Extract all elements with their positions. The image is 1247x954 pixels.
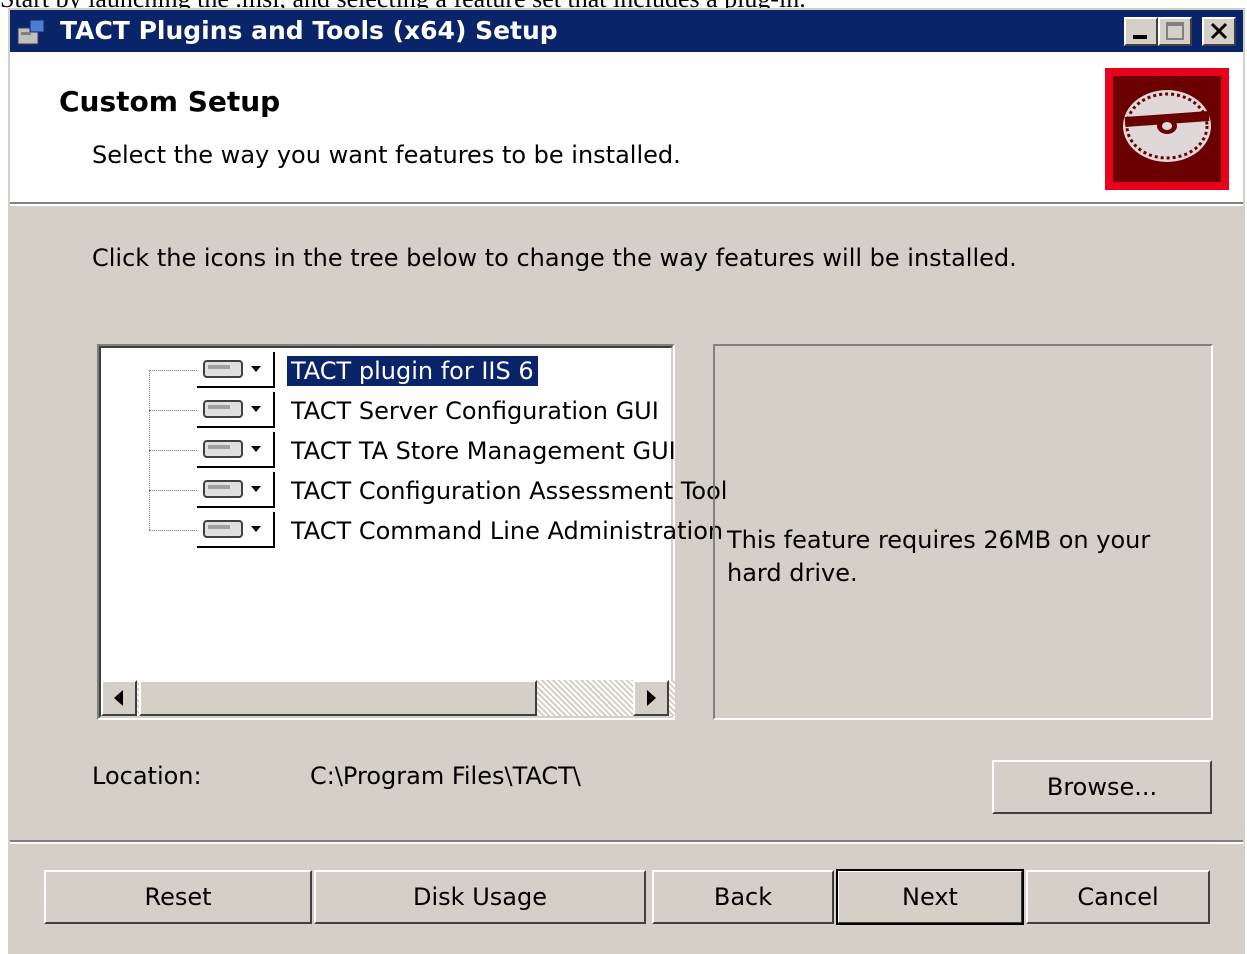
setup-dialog: TACT Plugins and Tools (x64) Setup Custo… <box>8 8 1245 954</box>
browse-button[interactable]: Browse... <box>992 760 1212 814</box>
hard-drive-icon <box>203 480 261 498</box>
divider <box>10 840 1243 844</box>
next-button[interactable]: Next <box>836 869 1024 925</box>
scroll-left-button[interactable] <box>101 680 137 716</box>
feature-state-button[interactable] <box>197 432 275 468</box>
tree-item-label[interactable]: TACT TA Store Management GUI <box>287 436 680 466</box>
feature-state-button[interactable] <box>197 352 275 388</box>
feature-state-button[interactable] <box>197 512 275 548</box>
scrollbar-thumb[interactable] <box>139 680 537 716</box>
minimize-button[interactable] <box>1124 17 1158 46</box>
header-panel: Custom Setup Select the way you want fea… <box>10 52 1243 206</box>
tree-item-label[interactable]: TACT Configuration Assessment Tool <box>287 476 731 506</box>
hard-drive-icon <box>203 520 261 538</box>
instructions-text: Click the icons in the tree below to cha… <box>92 244 1017 272</box>
cancel-button[interactable]: Cancel <box>1026 870 1210 924</box>
back-button[interactable]: Back <box>652 870 834 924</box>
tree-item-command-line-admin[interactable]: TACT Command Line Administration <box>101 510 723 550</box>
tree-item-iis-plugin[interactable]: TACT plugin for IIS 6 <box>101 350 675 390</box>
minimize-icon <box>1133 35 1147 39</box>
maximize-button[interactable] <box>1158 17 1192 46</box>
hard-drive-icon <box>203 400 261 418</box>
feature-state-button[interactable] <box>197 472 275 508</box>
horizontal-scrollbar[interactable] <box>101 680 675 716</box>
reset-button[interactable]: Reset <box>44 870 312 924</box>
installer-icon <box>17 19 45 45</box>
close-button[interactable] <box>1202 17 1236 46</box>
feature-tree[interactable]: TACT plugin for IIS 6 TACT Server Config… <box>97 344 727 720</box>
feature-description-panel: This feature requires 26MB on your hard … <box>713 344 1213 720</box>
arrow-right-icon <box>647 690 656 706</box>
close-icon <box>1210 22 1228 40</box>
feature-state-button[interactable] <box>197 392 275 428</box>
hard-drive-icon <box>203 440 261 458</box>
banner-image <box>1105 68 1229 190</box>
page-title: Custom Setup <box>59 85 281 118</box>
tree-item-label[interactable]: TACT Command Line Administration <box>287 516 727 546</box>
maximize-icon <box>1166 22 1184 40</box>
window-title: TACT Plugins and Tools (x64) Setup <box>60 16 558 45</box>
hard-drive-icon <box>203 360 261 378</box>
tree-item-config-assessment[interactable]: TACT Configuration Assessment Tool <box>101 470 727 510</box>
page-subtitle: Select the way you want features to be i… <box>92 141 681 169</box>
arrow-left-icon <box>114 690 123 706</box>
disk-usage-button[interactable]: Disk Usage <box>314 870 646 924</box>
tree-item-ta-store-gui[interactable]: TACT TA Store Management GUI <box>101 430 676 470</box>
feature-description: This feature requires 26MB on your hard … <box>727 526 1151 587</box>
tree-item-label[interactable]: TACT Server Configuration GUI <box>287 396 663 426</box>
location-value: C:\Program Files\TACT\ <box>310 762 581 790</box>
location-label: Location: <box>92 762 202 790</box>
disc-icon <box>1123 90 1211 162</box>
tree-item-server-config-gui[interactable]: TACT Server Configuration GUI <box>101 390 675 430</box>
title-bar[interactable]: TACT Plugins and Tools (x64) Setup <box>10 10 1243 52</box>
scroll-right-button[interactable] <box>633 680 669 716</box>
tree-item-label[interactable]: TACT plugin for IIS 6 <box>286 355 539 387</box>
